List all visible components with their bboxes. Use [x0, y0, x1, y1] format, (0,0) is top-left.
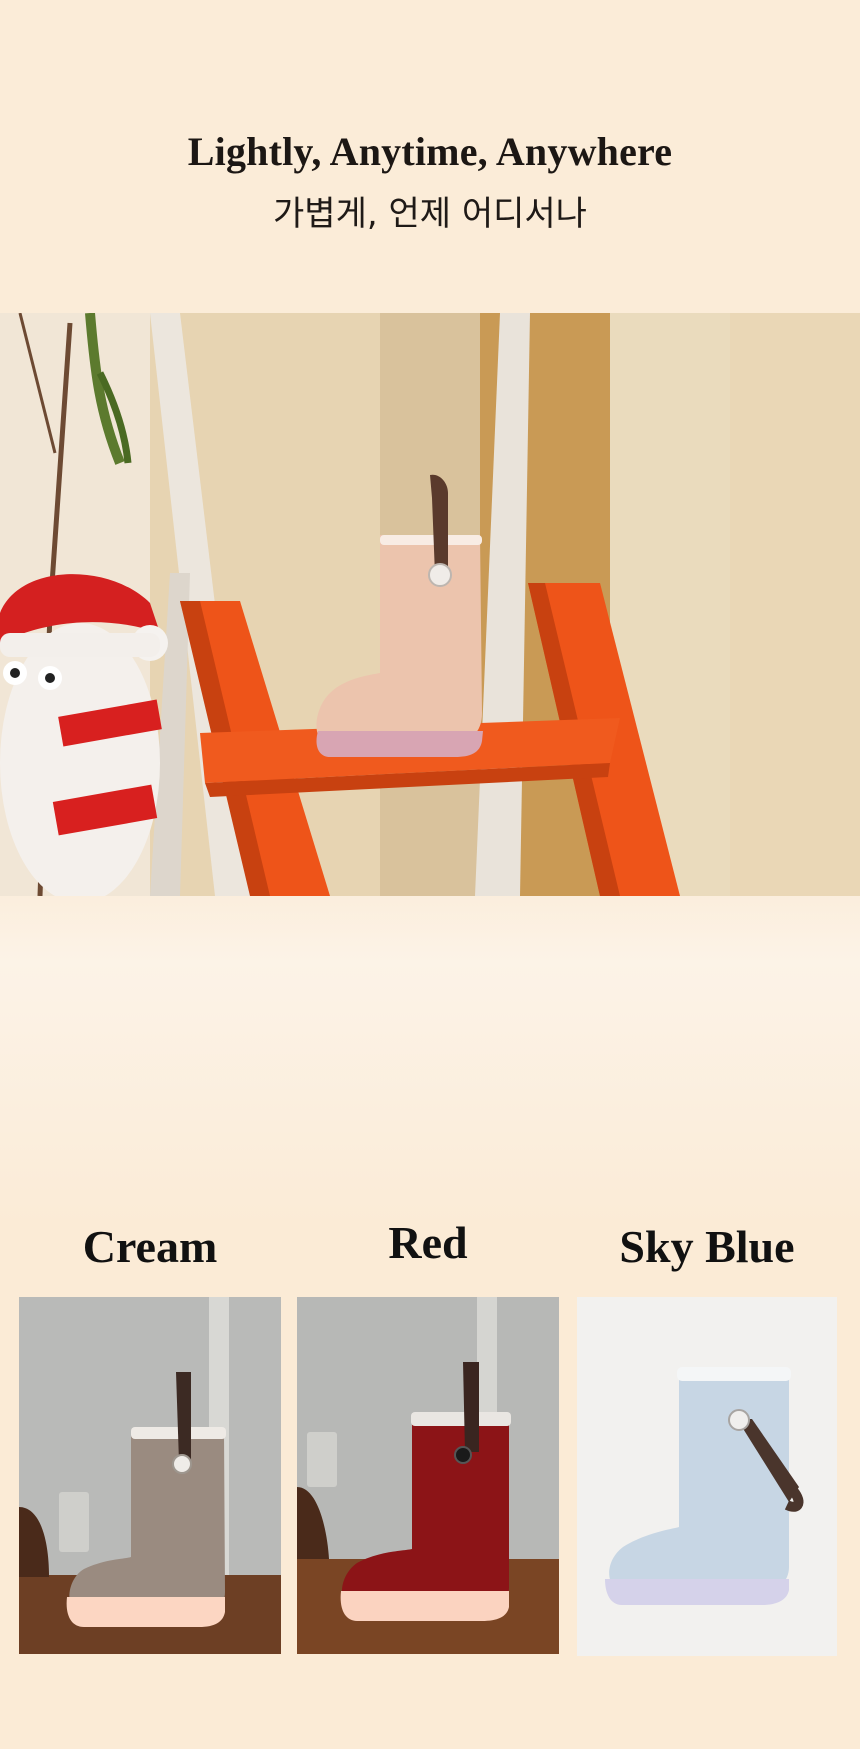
variant-photo-red — [297, 1297, 559, 1654]
variant-label-sky-blue: Sky Blue — [619, 1221, 795, 1272]
hero-title: Lightly, Anytime, Anywhere — [187, 129, 673, 174]
variant-label-red: Red — [388, 1217, 468, 1268]
hero-photo — [0, 313, 860, 896]
hero-subtitle: 가볍게, 언제 어디서나 — [273, 194, 587, 234]
hero-header: Lightly, Anytime, Anywhere 가볍게, 언제 어디서나 — [0, 0, 860, 313]
variant-photo-sky-blue — [577, 1297, 837, 1656]
variant-photo-cream — [19, 1297, 281, 1654]
hero-illustration — [0, 313, 860, 896]
variant-label-cream: Cream — [82, 1221, 218, 1272]
section-spacer — [0, 896, 860, 1226]
